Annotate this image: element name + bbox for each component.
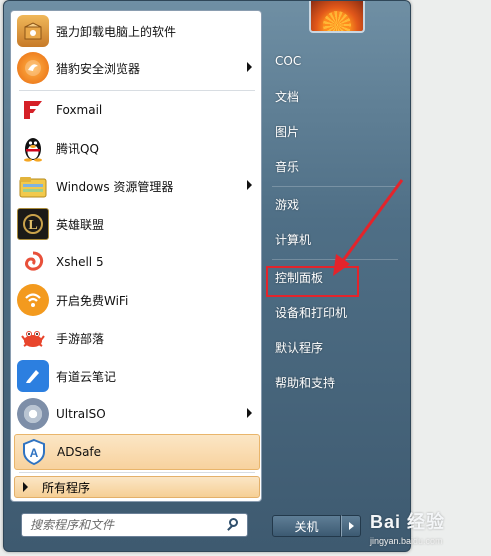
watermark-brand: Bai 经验 [370, 512, 446, 532]
xshell-icon [17, 246, 49, 278]
program-item-shouyou[interactable]: 手游部落 [14, 320, 260, 356]
right-item-label: COC [275, 54, 302, 68]
program-item-ultraiso[interactable]: UltraISO [14, 396, 260, 432]
watermark-url: jingyan.baidu.com [370, 536, 443, 546]
separator [272, 259, 398, 260]
baidu-watermark: Bai 经验 jingyan.baidu.com [370, 508, 488, 552]
right-item-label: 游戏 [275, 197, 300, 212]
all-programs-label: 所有程序 [42, 480, 91, 495]
program-label: 英雄联盟 [56, 217, 105, 232]
program-label: Xshell 5 [56, 255, 104, 269]
program-label: ADSafe [57, 445, 102, 459]
right-item-label: 默认程序 [275, 340, 324, 355]
right-item-documents[interactable]: 文档 [266, 81, 404, 111]
program-label: 开启免费WiFi [56, 293, 129, 308]
program-label: UltraISO [56, 407, 106, 421]
submenu-arrow-icon [247, 408, 252, 418]
program-item-xshell[interactable]: Xshell 5 [14, 244, 260, 280]
right-item-devices-printers[interactable]: 设备和打印机 [266, 297, 404, 327]
search-box[interactable] [21, 513, 248, 537]
right-item-pictures[interactable]: 图片 [266, 116, 404, 146]
programs-pane: 强力卸载电脑上的软件 猎豹安全浏览器 Foxmail 腾讯QQ Windows … [10, 10, 262, 502]
program-item-free-wifi[interactable]: 开启免费WiFi [14, 282, 260, 318]
right-item-label: 音乐 [275, 159, 300, 174]
search-icon[interactable] [223, 514, 245, 536]
crab-icon [17, 322, 49, 354]
program-item-qq[interactable]: 腾讯QQ [14, 130, 260, 166]
shutdown-button[interactable]: 关机 [272, 515, 341, 537]
right-item-label: 帮助和支持 [275, 375, 336, 390]
right-item-games[interactable]: 游戏 [266, 189, 404, 219]
shutdown-label: 关机 [294, 519, 319, 534]
submenu-arrow-icon [247, 180, 252, 190]
youdao-note-icon [17, 360, 49, 392]
separator [272, 186, 398, 187]
program-label: Windows 资源管理器 [56, 179, 174, 194]
adsafe-shield-icon: A [18, 436, 50, 468]
separator [19, 472, 255, 473]
program-item-adsafe[interactable]: A ADSafe [14, 434, 260, 470]
program-label: 手游部落 [56, 331, 105, 346]
uninstall-box-icon [17, 15, 49, 47]
svg-text:L: L [28, 218, 37, 233]
cheetah-browser-icon [17, 52, 49, 84]
control-panel-highlight-box [266, 266, 359, 297]
ultraiso-disc-icon [17, 398, 49, 430]
program-item-uninstaller[interactable]: 强力卸载电脑上的软件 [14, 13, 260, 49]
program-label: 猎豹安全浏览器 [56, 61, 141, 76]
program-item-youdao-note[interactable]: 有道云笔记 [14, 358, 260, 394]
svg-text:A: A [30, 446, 39, 460]
user-avatar[interactable] [309, 1, 365, 33]
right-item-coc[interactable]: COC [266, 46, 404, 76]
start-menu: 强力卸载电脑上的软件 猎豹安全浏览器 Foxmail 腾讯QQ Windows … [3, 0, 411, 552]
lol-icon: L [17, 208, 49, 240]
shutdown-options-button[interactable] [341, 515, 361, 537]
chevron-right-icon [348, 522, 354, 530]
right-item-computer[interactable]: 计算机 [266, 224, 404, 254]
right-item-label: 图片 [275, 124, 300, 139]
right-item-label: 计算机 [275, 232, 312, 247]
submenu-arrow-icon [247, 62, 252, 72]
program-item-lol[interactable]: L 英雄联盟 [14, 206, 260, 242]
right-item-default-programs[interactable]: 默认程序 [266, 332, 404, 362]
program-label: Foxmail [56, 103, 103, 117]
right-item-label: 设备和打印机 [275, 305, 348, 320]
program-item-foxmail[interactable]: Foxmail [14, 92, 260, 128]
wifi-icon [17, 284, 49, 316]
program-label: 有道云笔记 [56, 369, 117, 384]
search-input[interactable] [22, 518, 223, 532]
all-programs-button[interactable]: 所有程序 [14, 476, 260, 498]
explorer-folder-icon [17, 170, 49, 202]
triangle-right-icon [23, 482, 28, 492]
right-item-help-support[interactable]: 帮助和支持 [266, 367, 404, 397]
program-label: 强力卸载电脑上的软件 [56, 24, 177, 39]
program-item-explorer[interactable]: Windows 资源管理器 [14, 168, 260, 204]
program-item-cheetah-browser[interactable]: 猎豹安全浏览器 [14, 50, 260, 86]
foxmail-icon [17, 94, 49, 126]
right-item-label: 文档 [275, 89, 300, 104]
separator [19, 90, 255, 91]
program-label: 腾讯QQ [56, 141, 99, 156]
right-item-music[interactable]: 音乐 [266, 151, 404, 181]
qq-penguin-icon [17, 132, 49, 164]
